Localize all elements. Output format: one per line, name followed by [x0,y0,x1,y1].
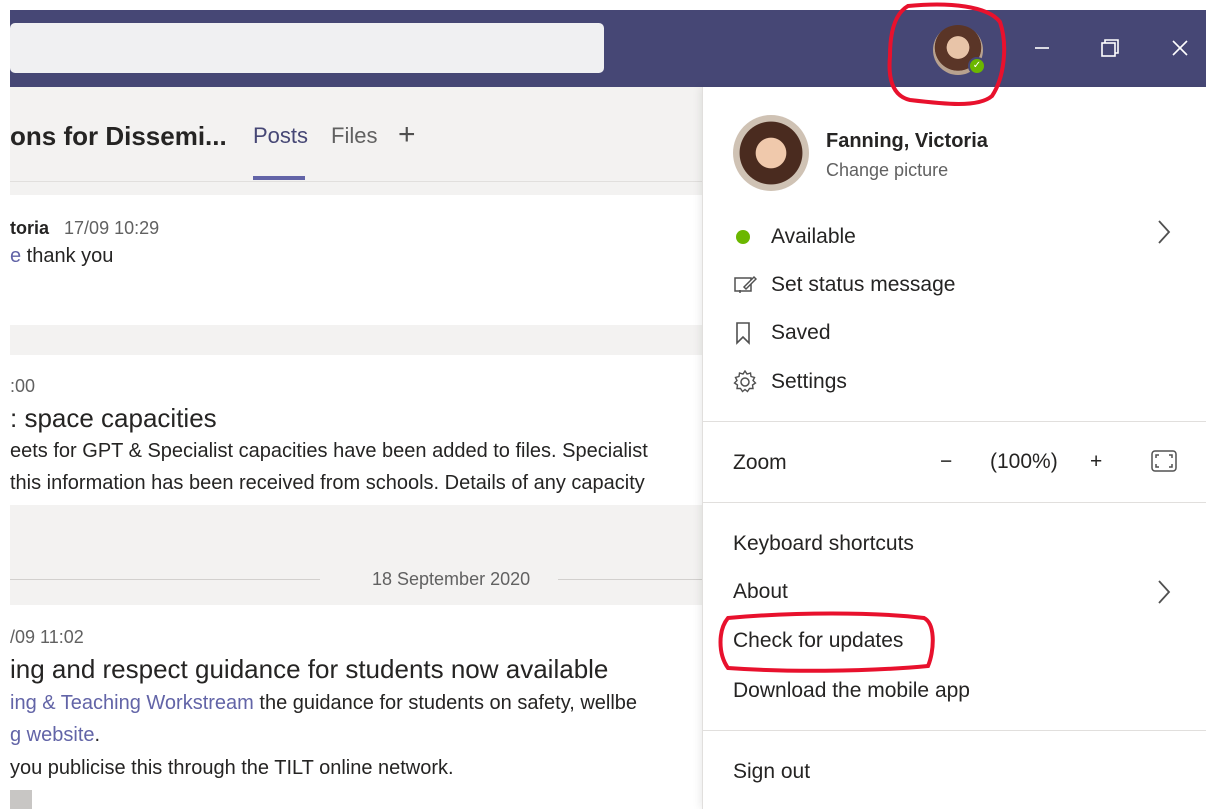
post-title: ing and respect guidance for students no… [10,654,609,684]
settings-item[interactable]: Settings [733,364,1173,400]
set-status-message-item[interactable]: Set status message [733,267,1173,303]
post-text-line: eets for GPT & Specialist capacities hav… [10,440,648,462]
gear-icon [733,370,771,394]
divider-line [558,579,702,580]
status-label: Available [771,225,856,248]
bookmark-icon [733,321,771,345]
date-divider: 18 September 2020 [10,565,702,595]
check-for-updates-item[interactable]: Check for updates [733,623,1173,659]
available-badge-icon: ✓ [968,57,986,75]
post-author: toria [10,218,50,238]
chevron-right-icon [1156,578,1172,613]
workstream-link[interactable]: ing & Teaching Workstream [10,692,254,714]
menu-divider [702,502,1206,503]
status-available-item[interactable]: Available [733,219,1173,255]
post-text: the guidance for students on safety, wel… [253,692,638,714]
mention-link[interactable]: e [10,245,21,267]
saved-label: Saved [771,321,831,344]
set-status-label: Set status message [771,273,956,296]
post-text: . [94,724,101,746]
post-time: /09 11:02 [10,627,84,647]
website-link[interactable]: g website [10,724,95,746]
menu-divider [702,730,1206,731]
download-mobile-app-item[interactable]: Download the mobile app [733,673,1173,709]
post-time: 17/09 10:29 [64,218,160,238]
zoom-in-button[interactable]: + [1090,450,1102,474]
minimize-icon[interactable] [1020,28,1064,68]
keyboard-shortcuts-item[interactable]: Keyboard shortcuts [733,526,1173,562]
post-text-line: g website. [10,724,100,747]
close-icon[interactable] [1158,28,1202,68]
add-tab-icon[interactable]: + [398,118,416,152]
edit-message-icon [733,273,771,297]
zoom-level: (100%) [990,450,1058,473]
chevron-right-icon [1156,218,1172,253]
restore-icon[interactable] [1088,28,1132,68]
post-text-line: ing & Teaching Workstream the guidance f… [10,692,637,715]
settings-label: Settings [771,370,847,393]
post-time: :00 [10,376,36,396]
profile-name: Fanning, Victoria [826,130,988,152]
saved-item[interactable]: Saved [733,315,1173,351]
post-title: : space capacities [10,403,217,433]
tab-posts[interactable]: Posts [253,123,308,149]
tab-files[interactable]: Files [331,123,377,149]
sign-out-item[interactable]: Sign out [733,754,1173,790]
title-bar: ✓ [0,0,1206,87]
active-tab-indicator [253,176,305,180]
profile-avatar-large[interactable] [733,115,809,191]
menu-divider [702,421,1206,422]
post-text-line: you publicise this through the TILT onli… [10,757,454,779]
search-input[interactable] [10,23,604,73]
divider-line [10,579,320,580]
zoom-label: Zoom [733,451,787,474]
date-label: 18 September 2020 [372,569,531,589]
post-text-line: this information has been received from … [10,472,645,494]
post-body: e thank you [10,245,113,268]
post-text: thank you [21,245,114,267]
post-card [10,195,702,325]
zoom-out-button[interactable]: − [940,450,952,474]
change-picture-link[interactable]: Change picture [826,160,948,181]
about-item[interactable]: About [733,574,1173,610]
attachment-thumbnail [10,790,32,809]
post-meta: toria 17/09 10:29 [10,218,159,239]
available-dot-icon [736,230,750,244]
channel-title: ons for Dissemi... [10,121,227,151]
fullscreen-icon[interactable] [1151,450,1177,477]
